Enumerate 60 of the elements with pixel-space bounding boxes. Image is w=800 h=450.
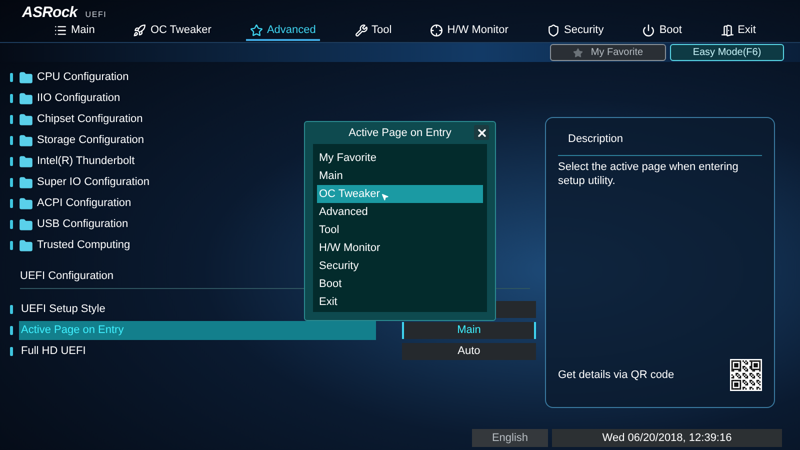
power-icon xyxy=(642,24,656,36)
logo-subtitle: UEFI xyxy=(85,11,107,19)
setting-value-field[interactable]: Main xyxy=(402,322,536,339)
language-field[interactable]: English xyxy=(472,429,548,447)
nav-tab[interactable]: Tool xyxy=(350,21,396,41)
star-icon xyxy=(572,48,583,58)
nav-tab[interactable]: Security xyxy=(543,21,608,41)
brand-logo: ASRock xyxy=(22,5,78,20)
menu-item[interactable]: Chipset Configuration xyxy=(19,111,143,128)
qr-hint: Get details via QR code xyxy=(558,368,674,383)
section-heading: UEFI Configuration xyxy=(20,268,114,284)
folder-icon xyxy=(19,112,33,126)
dialog-option[interactable]: H/W Monitor xyxy=(317,239,483,257)
my-favorite-button[interactable]: My Favorite xyxy=(550,44,666,61)
qr-code-icon xyxy=(730,359,762,391)
rocket-icon xyxy=(133,24,146,36)
menu-item[interactable]: ACPI Configuration xyxy=(19,195,132,212)
panel-title: Description xyxy=(567,132,624,147)
mouse-cursor-icon xyxy=(381,193,389,201)
wrench-icon xyxy=(354,24,368,36)
dialog-option[interactable]: Security xyxy=(317,257,483,275)
menu-item[interactable]: Intel(R) Thunderbolt xyxy=(19,153,135,170)
door-icon xyxy=(720,24,734,36)
nav-tab[interactable]: Main xyxy=(50,21,99,41)
dialog-option[interactable]: Exit xyxy=(317,293,483,311)
easy-mode-button[interactable]: Easy Mode(F6) xyxy=(670,44,784,61)
nav-tab[interactable]: Exit xyxy=(716,21,760,41)
dialog-title: Active Page on Entry xyxy=(348,126,452,141)
folder-icon xyxy=(19,238,33,252)
menu-item[interactable]: IIO Configuration xyxy=(19,90,120,107)
menu-item[interactable]: Super IO Configuration xyxy=(19,174,150,191)
folder-icon xyxy=(19,92,33,106)
menu-item[interactable]: Storage Configuration xyxy=(19,132,144,149)
star-icon xyxy=(250,24,263,36)
description-text: Select the active page when entering setup utility. xyxy=(558,160,740,188)
nav-tab[interactable]: OC Tweaker xyxy=(129,21,216,41)
folder-icon xyxy=(19,218,33,232)
menu-item[interactable]: CPU Configuration xyxy=(19,69,129,86)
dialog-option[interactable]: Boot xyxy=(317,275,483,293)
nav-tab[interactable]: H/W Monitor xyxy=(426,21,512,41)
dialog-option[interactable]: My Favorite xyxy=(317,149,483,167)
folder-icon xyxy=(19,70,33,84)
menu-item[interactable]: Trusted Computing xyxy=(19,237,130,254)
folder-icon xyxy=(19,134,33,148)
setting-value-field[interactable]: Auto xyxy=(402,343,536,360)
list-icon xyxy=(54,24,67,36)
close-icon xyxy=(476,126,488,138)
crosshair-icon xyxy=(430,24,444,36)
dialog-option[interactable]: Advanced xyxy=(317,203,483,221)
date-time-display: Wed 06/20/2018, 12:39:16 xyxy=(552,429,782,447)
dialog-option[interactable]: Tool xyxy=(317,221,483,239)
folder-icon xyxy=(19,196,33,210)
folder-icon xyxy=(19,176,33,190)
close-button[interactable] xyxy=(474,125,489,140)
nav-tab[interactable]: Boot xyxy=(638,21,686,41)
shield-icon xyxy=(547,24,560,36)
menu-item[interactable]: USB Configuration xyxy=(19,216,128,233)
dialog-option[interactable]: Main xyxy=(317,167,483,185)
setting-row[interactable]: Full HD UEFI xyxy=(19,342,376,361)
folder-icon xyxy=(19,154,33,168)
